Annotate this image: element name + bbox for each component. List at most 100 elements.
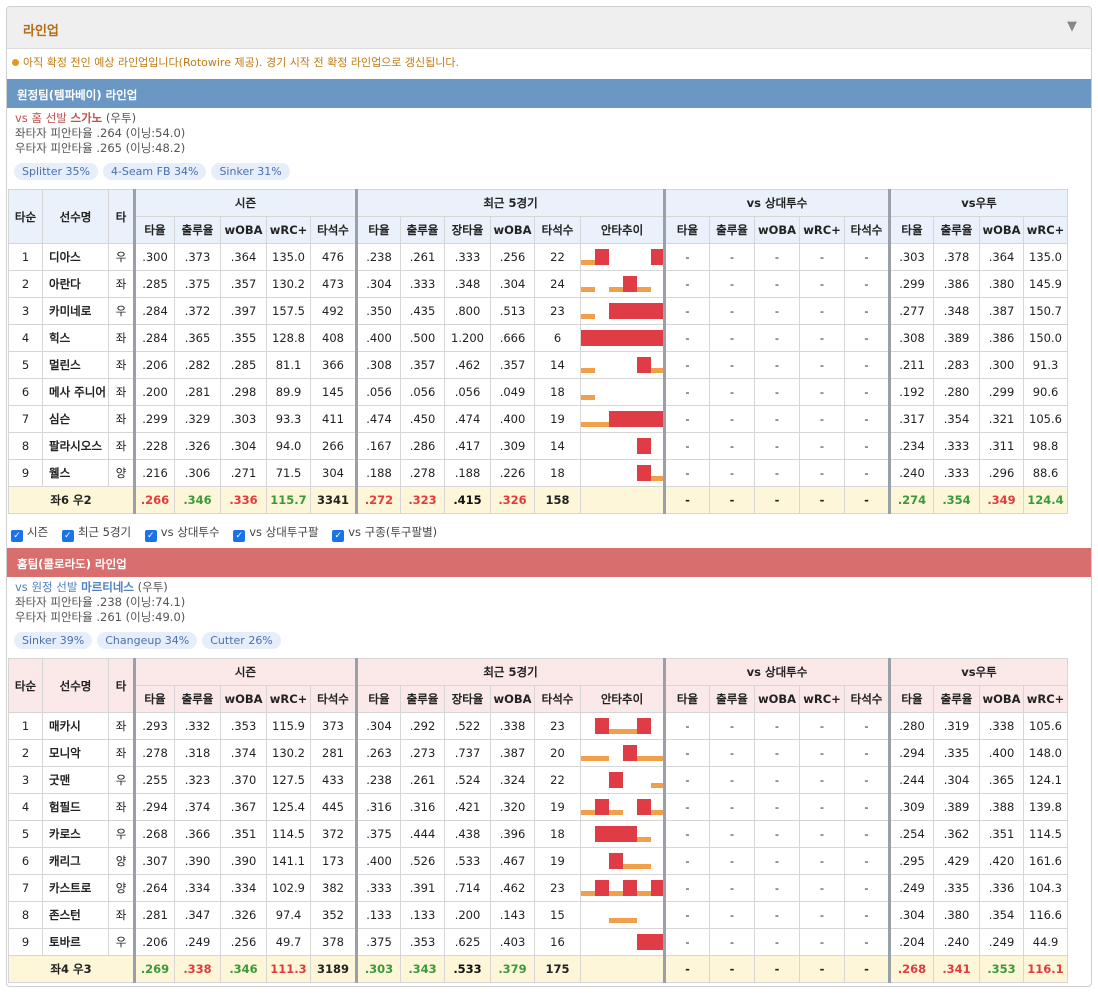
table-row[interactable]: 5 멀린스 좌 .206.282.285 81.1 366.308.357.462.357…	[8, 351, 1068, 379]
player-name[interactable]: 메사 주니어	[42, 378, 109, 406]
th-col[interactable]: wOBA	[220, 685, 267, 713]
th-col[interactable]: 타율	[133, 685, 175, 713]
th-col[interactable]: 안타추이	[580, 685, 665, 713]
th-col[interactable]: wOBA	[979, 685, 1024, 713]
th-col[interactable]: 출루율	[709, 216, 755, 244]
player-name[interactable]: 카미네로	[42, 297, 109, 325]
th-col[interactable]: 타율	[133, 216, 175, 244]
player-name[interactable]: 캐리그	[42, 847, 109, 875]
player-name[interactable]: 매카시	[42, 712, 109, 740]
th-col[interactable]: 타석수	[844, 685, 890, 713]
pitcher-hand: (우투)	[105, 111, 137, 125]
stat-cell: .206	[133, 928, 175, 956]
player-name[interactable]: 카스트로	[42, 874, 109, 902]
panel-header[interactable]: 라인업 ▼	[7, 7, 1091, 49]
handedness-summary: 좌6 우2	[8, 486, 135, 514]
table-row[interactable]: 7 심슨 좌 .299.329.303 93.3 411.474.450.474.400 1…	[8, 405, 1068, 433]
th-col[interactable]: wOBA	[490, 216, 535, 244]
table-row[interactable]: 4 힉스 좌 .284.365.355 128.8 408.400.500 1.200.66…	[8, 324, 1068, 352]
stat-cell: .333	[933, 459, 980, 487]
th-col[interactable]: 타율	[888, 685, 934, 713]
th-col[interactable]: 타석수	[844, 216, 890, 244]
table-row[interactable]: 7 카스트로 양 .264.334.334 102.9 382.333.391.714.4…	[8, 874, 1068, 902]
total-cell: 3341	[310, 486, 357, 514]
player-name[interactable]: 존스턴	[42, 901, 109, 929]
table-row[interactable]: 6 캐리그 양 .307.390.390 141.1 173.400.526.533.46…	[8, 847, 1068, 875]
th-col[interactable]: 안타추이	[580, 216, 665, 244]
table-row[interactable]: 3 카미네로 우 .284.372.397 157.5 492.350.435.800.5…	[8, 297, 1068, 325]
table-row[interactable]: 8 팔라시오스 좌 .228.326.304 94.0 266.167.286.417.3…	[8, 432, 1068, 460]
th-col[interactable]: 출루율	[933, 685, 980, 713]
toggle-season[interactable]: ✓ 시즌	[11, 524, 48, 542]
table-row[interactable]: 2 아란다 좌 .285.375.357 130.2 473.304.333.348.30…	[8, 270, 1068, 298]
th-col[interactable]: 타율	[355, 685, 401, 713]
pitcher-name[interactable]: 스가노	[71, 111, 103, 125]
th-col[interactable]: wOBA	[220, 216, 267, 244]
th-col[interactable]: wOBA	[754, 216, 800, 244]
th-col[interactable]: wRC+	[1023, 685, 1068, 713]
th-col[interactable]: 타율	[888, 216, 934, 244]
th-col[interactable]: 타율	[663, 685, 710, 713]
player-name[interactable]: 험필드	[42, 793, 109, 821]
checkbox-icon[interactable]: ✓	[332, 530, 345, 542]
th-col[interactable]: wOBA	[754, 685, 800, 713]
player-name[interactable]: 힉스	[42, 324, 109, 352]
toggle-vs-pitch[interactable]: ✓ vs 구종(투구팔별)	[332, 524, 437, 542]
table-row[interactable]: 5 카로스 우 .268.366.351 114.5 372.375.444.438.39…	[8, 820, 1068, 848]
th-col[interactable]: 출루율	[174, 685, 221, 713]
chevron-down-icon[interactable]: ▼	[1067, 19, 1077, 34]
toggle-vs-pitcher[interactable]: ✓ vs 상대투수	[144, 524, 220, 542]
th-col[interactable]: 출루율	[709, 685, 755, 713]
pitcher-name[interactable]: 마르티네스	[81, 580, 134, 594]
table-row[interactable]: 1 매카시 좌 .293.332.353 115.9 373.304.292.522.33…	[8, 712, 1068, 740]
hit-trend-spark	[580, 928, 665, 956]
player-name[interactable]: 팔라시오스	[42, 432, 109, 460]
player-name[interactable]: 카로스	[42, 820, 109, 848]
th-col[interactable]: 타석수	[534, 685, 581, 713]
stat-cell: .277	[888, 297, 934, 325]
stat-cell: .292	[400, 712, 445, 740]
table-row[interactable]: 3 굿맨 우 .255.323.370 127.5 433.238.261.524.324…	[8, 766, 1068, 794]
player-name[interactable]: 웰스	[42, 459, 109, 487]
player-name[interactable]: 멀린스	[42, 351, 109, 379]
th-col[interactable]: 출루율	[400, 685, 445, 713]
th-col[interactable]: wRC+	[799, 685, 845, 713]
th-col[interactable]: wRC+	[266, 216, 311, 244]
th-col[interactable]: wOBA	[979, 216, 1024, 244]
toggle-recent5[interactable]: ✓ 최근 5경기	[61, 524, 131, 542]
table-row[interactable]: 2 모니악 좌 .278.318.374 130.2 281.263.273.737.38…	[8, 739, 1068, 767]
th-col[interactable]: wRC+	[266, 685, 311, 713]
stat-cell: 445	[310, 793, 357, 821]
checkbox-icon[interactable]: ✓	[144, 530, 157, 542]
table-row[interactable]: 1 디아스 우 .300.373.364 135.0 476.238.261.333.25…	[8, 243, 1068, 271]
table-row[interactable]: 9 웰스 양 .216.306.271 71.5 304.188.278.188.226 1…	[8, 459, 1068, 487]
th-col[interactable]: 타석수	[310, 216, 357, 244]
player-name[interactable]: 토바르	[42, 928, 109, 956]
table-row[interactable]: 8 존스턴 좌 .281.347.326 97.4 352.133.133.200.143…	[8, 901, 1068, 929]
th-col[interactable]: 타율	[663, 216, 710, 244]
checkbox-icon[interactable]: ✓	[233, 530, 246, 542]
player-name[interactable]: 굿맨	[42, 766, 109, 794]
th-col[interactable]: wOBA	[490, 685, 535, 713]
hit-trend-bar	[595, 826, 609, 842]
player-name[interactable]: 아란다	[42, 270, 109, 298]
th-col[interactable]: wRC+	[799, 216, 845, 244]
th-col[interactable]: 장타율	[444, 216, 491, 244]
player-name[interactable]: 심슨	[42, 405, 109, 433]
checkbox-icon[interactable]: ✓	[11, 530, 23, 542]
th-col[interactable]: 출루율	[933, 216, 980, 244]
table-row[interactable]: 9 토바르 우 .206.249.256 49.7 378.375.353.625.403…	[8, 928, 1068, 956]
th-col[interactable]: 타석수	[534, 216, 581, 244]
checkbox-icon[interactable]: ✓	[61, 530, 74, 542]
th-col[interactable]: 출루율	[400, 216, 445, 244]
th-col[interactable]: 타율	[355, 216, 401, 244]
table-row[interactable]: 4 험필드 좌 .294.374.367 125.4 445.316.316.421.32…	[8, 793, 1068, 821]
th-col[interactable]: wRC+	[1023, 216, 1068, 244]
th-col[interactable]: 타석수	[310, 685, 357, 713]
toggle-vs-arm[interactable]: ✓ vs 상대투구팔	[233, 524, 319, 542]
th-col[interactable]: 출루율	[174, 216, 221, 244]
th-col[interactable]: 장타율	[444, 685, 491, 713]
table-row[interactable]: 6 메사 주니어 좌 .200.281.298 89.9 145.056.056.056.…	[8, 378, 1068, 406]
player-name[interactable]: 모니악	[42, 739, 109, 767]
player-name[interactable]: 디아스	[42, 243, 109, 271]
